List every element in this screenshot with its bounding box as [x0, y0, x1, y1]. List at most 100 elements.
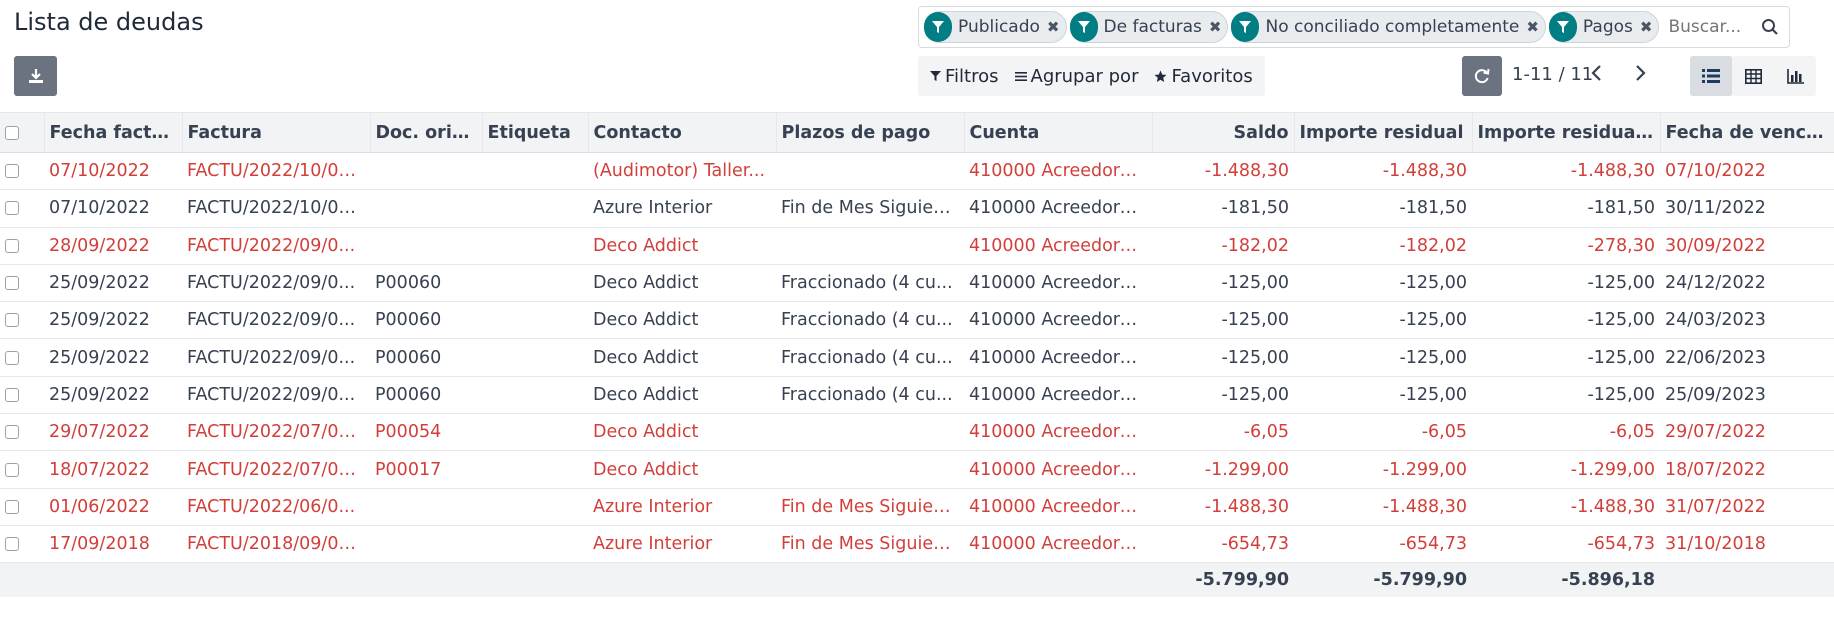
- table-cell: -125,00: [1152, 301, 1294, 340]
- graph-view-button[interactable]: [1774, 56, 1816, 96]
- table-cell: FACTU/2022/07/00...: [182, 450, 370, 489]
- row-checkbox[interactable]: [0, 189, 44, 228]
- table-row[interactable]: 25/09/2022 FACTU/2022/09/0... P00060 Deco A…: [0, 376, 1834, 415]
- table-cell: -1.488,30: [1472, 152, 1660, 191]
- table-cell: [482, 227, 588, 265]
- table-cell: 07/10/2022: [44, 152, 182, 191]
- close-icon[interactable]: ✖: [1047, 18, 1060, 36]
- column-header[interactable]: Plazos de pago: [776, 112, 965, 153]
- column-header[interactable]: Fecha de venci...: [1660, 112, 1834, 153]
- table-row[interactable]: 29/07/2022 FACTU/2022/07/00... P00054 Deco …: [0, 413, 1834, 452]
- table-cell: -125,00: [1152, 338, 1294, 377]
- table-cell: -6,05: [1472, 413, 1660, 452]
- facet-publicado: Publicado ✖: [924, 11, 1067, 43]
- table-cell: Azure Interior: [588, 525, 776, 564]
- column-header[interactable]: Fecha factura: [44, 112, 183, 153]
- table-cell: -1.488,30: [1152, 488, 1294, 526]
- view-switcher: [1690, 56, 1816, 96]
- table-cell: Azure Interior: [588, 189, 776, 228]
- table-cell: FACTU/2022/09/0...: [182, 301, 370, 340]
- row-checkbox[interactable]: [0, 152, 44, 191]
- group-by-button[interactable]: Agrupar por: [1007, 66, 1147, 87]
- table-cell: 410000 Acreedore...: [964, 376, 1152, 415]
- row-checkbox[interactable]: [0, 376, 44, 415]
- filters-label: Filtros: [945, 65, 999, 87]
- refresh-button[interactable]: [1462, 56, 1502, 96]
- column-header[interactable]: Importe residual ...: [1472, 112, 1661, 153]
- select-all-checkbox[interactable]: [0, 112, 45, 153]
- table-cell: -654,73: [1472, 525, 1660, 564]
- column-header[interactable]: Saldo: [1152, 112, 1295, 153]
- table-row[interactable]: 17/09/2018 FACTU/2018/09/00... Azure Inter…: [0, 525, 1834, 564]
- download-button[interactable]: [14, 56, 57, 96]
- row-checkbox[interactable]: [0, 338, 44, 377]
- table-cell: [776, 227, 964, 265]
- table-row[interactable]: 07/10/2022 FACTU/2022/10/00... (Audimotor)…: [0, 152, 1834, 191]
- row-checkbox[interactable]: [0, 301, 44, 340]
- table-row[interactable]: 28/09/2022 FACTU/2022/09/0... Deco Addict 4…: [0, 227, 1834, 265]
- debts-table: Fecha factura Factura Doc. orig... Etiqu…: [0, 112, 1834, 597]
- table-cell: 18/07/2022: [44, 450, 182, 489]
- star-icon: [1154, 70, 1167, 82]
- column-header[interactable]: Factura: [182, 112, 371, 153]
- row-checkbox[interactable]: [0, 488, 44, 526]
- table-cell: -181,50: [1152, 189, 1294, 228]
- table-cell: -654,73: [1152, 525, 1294, 564]
- pager-previous-icon[interactable]: [1590, 64, 1604, 86]
- close-icon[interactable]: ✖: [1526, 18, 1539, 36]
- table-cell: -125,00: [1472, 338, 1660, 377]
- bar-chart-icon: [1786, 68, 1804, 84]
- table-cell: [482, 301, 588, 340]
- close-icon[interactable]: ✖: [1640, 18, 1653, 36]
- row-checkbox[interactable]: [0, 525, 44, 564]
- column-header[interactable]: Doc. orig...: [370, 112, 483, 153]
- column-header[interactable]: Cuenta: [964, 112, 1153, 153]
- table-header-row: Fecha factura Factura Doc. orig... Etiqu…: [0, 112, 1834, 153]
- filter-icon: [1069, 12, 1098, 42]
- row-checkbox[interactable]: [0, 413, 44, 452]
- search-icon[interactable]: [1761, 18, 1779, 40]
- table-row[interactable]: 25/09/2022 FACTU/2022/09/0... P00060 Deco A…: [0, 264, 1834, 303]
- row-checkbox[interactable]: [0, 227, 44, 265]
- table-cell: 24/12/2022: [1660, 264, 1834, 303]
- column-header[interactable]: Etiqueta: [482, 112, 589, 153]
- table-row[interactable]: 18/07/2022 FACTU/2022/07/00... P00017 Deco …: [0, 450, 1834, 489]
- table-row[interactable]: 07/10/2022 FACTU/2022/10/00... Azure Inter…: [0, 189, 1834, 228]
- table-cell: [482, 338, 588, 377]
- table-cell: -278,30: [1472, 227, 1660, 265]
- table-row[interactable]: 01/06/2022 FACTU/2022/06/0... Azure Interi…: [0, 488, 1834, 526]
- table-cell: -1.488,30: [1294, 488, 1472, 526]
- column-header[interactable]: Importe residual: [1294, 112, 1473, 153]
- pager-value[interactable]: 1-11 / 11: [1512, 64, 1593, 85]
- table-cell: [482, 376, 588, 415]
- table-cell: P00054: [370, 413, 482, 452]
- page-title: Lista de deudas: [14, 8, 204, 36]
- search-bar[interactable]: Publicado ✖ De facturas ✖ No conciliado …: [918, 6, 1790, 48]
- favorites-button[interactable]: Favoritos: [1146, 66, 1260, 87]
- table-cell: FACTU/2018/09/00...: [182, 525, 370, 564]
- pager-next-icon[interactable]: [1633, 64, 1647, 86]
- table-cell: [482, 450, 588, 489]
- table-cell: FACTU/2022/09/0...: [182, 264, 370, 303]
- row-checkbox[interactable]: [0, 450, 44, 489]
- table-cell: Deco Addict: [588, 338, 776, 377]
- pivot-view-button[interactable]: [1732, 56, 1774, 96]
- list-view-button[interactable]: [1690, 56, 1732, 96]
- table-cell: [776, 152, 964, 191]
- table-cell: FACTU/2022/06/0...: [182, 488, 370, 526]
- facet-label: No conciliado completamente: [1265, 17, 1520, 37]
- table-row[interactable]: 25/09/2022 FACTU/2022/09/0... P00060 Deco A…: [0, 338, 1834, 377]
- column-header[interactable]: Contacto: [588, 112, 777, 153]
- list-lines-icon: [1014, 71, 1027, 81]
- table-cell: 17/09/2018: [44, 525, 182, 564]
- filters-button[interactable]: Filtros: [922, 66, 1007, 87]
- facet-de-facturas: De facturas ✖: [1069, 11, 1229, 43]
- table-cell: 410000 Acreedore...: [964, 413, 1152, 452]
- table-row[interactable]: 25/09/2022 FACTU/2022/09/0... P00060 Deco A…: [0, 301, 1834, 340]
- table-cell: 25/09/2023: [1660, 376, 1834, 415]
- table-cell: -125,00: [1472, 264, 1660, 303]
- table-cell: [482, 152, 588, 191]
- close-icon[interactable]: ✖: [1209, 18, 1222, 36]
- row-checkbox[interactable]: [0, 264, 44, 303]
- filter-icon: [1231, 12, 1260, 42]
